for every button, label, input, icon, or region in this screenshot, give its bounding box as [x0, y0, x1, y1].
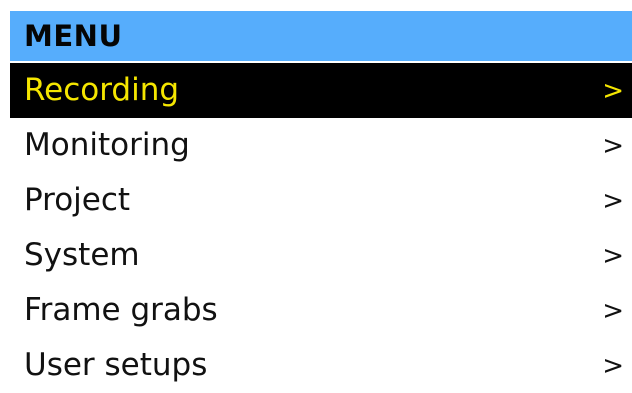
menu-item-project[interactable]: Project > [10, 173, 632, 228]
menu-item-monitoring[interactable]: Monitoring > [10, 118, 632, 173]
menu-item-label: Monitoring [24, 127, 190, 163]
chevron-right-icon: > [602, 185, 624, 216]
menu-item-label: Recording [24, 72, 180, 108]
menu-header: MENU [10, 11, 632, 61]
menu-item-label: Project [24, 182, 131, 218]
chevron-right-icon: > [602, 130, 624, 161]
menu-item-label: System [24, 237, 140, 273]
chevron-right-icon: > [602, 350, 624, 381]
menu-item-recording[interactable]: Recording > [10, 63, 632, 118]
menu-panel: MENU Recording > Monitoring > Project > … [0, 0, 632, 393]
menu-item-frame-grabs[interactable]: Frame grabs > [10, 283, 632, 338]
chevron-right-icon: > [602, 240, 624, 271]
chevron-right-icon: > [602, 75, 624, 106]
menu-item-label: Frame grabs [24, 292, 218, 328]
menu-item-label: User setups [24, 347, 208, 383]
menu-list: Recording > Monitoring > Project > Syste… [10, 63, 632, 393]
chevron-right-icon: > [602, 295, 624, 326]
menu-title: MENU [24, 18, 123, 53]
menu-item-system[interactable]: System > [10, 228, 632, 283]
